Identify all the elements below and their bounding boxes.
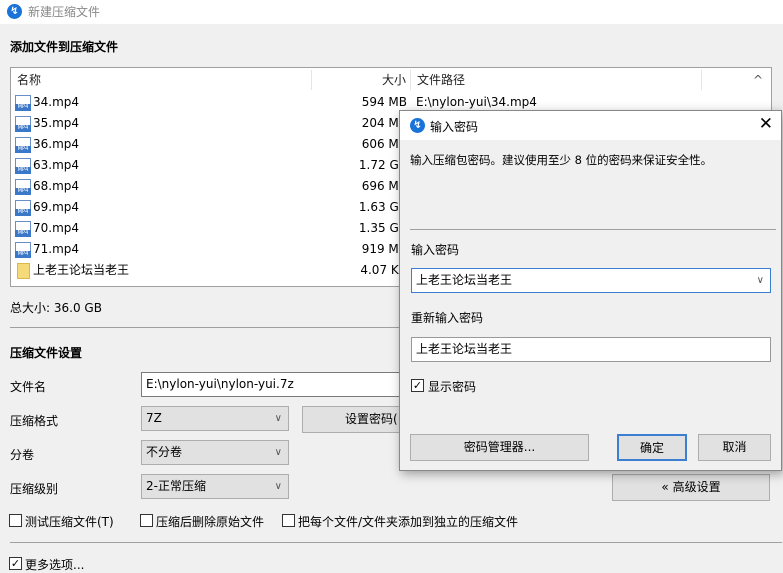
- file-name: 68.mp4: [33, 179, 80, 193]
- scroll-up-icon[interactable]: ^: [753, 68, 763, 92]
- file-size: 204 MB: [361, 116, 407, 130]
- file-name: 36.mp4: [33, 137, 80, 151]
- level-value: 2-正常压缩: [146, 479, 206, 493]
- chevron-down-icon: ∨: [274, 481, 282, 492]
- close-icon[interactable]: ✕: [759, 114, 773, 134]
- format-select[interactable]: 7Z ∨: [141, 406, 289, 431]
- password-input[interactable]: 上老王论坛当老王 ∨: [411, 268, 771, 293]
- mp4-file-icon: MP4: [15, 158, 31, 174]
- mp4-file-icon: MP4: [15, 242, 31, 258]
- more-options-label: 更多选项...: [25, 558, 85, 572]
- chevron-down-icon: ∨: [274, 447, 282, 458]
- section-add-title: 添加文件到压缩文件: [10, 40, 119, 54]
- show-password-checkbox[interactable]: ✓: [411, 379, 424, 392]
- show-password-label: 显示密码: [428, 380, 477, 394]
- password-dialog: ↯ 输入密码 ✕ 输入压缩包密码。建议使用至少 8 位的密码来保证安全性。 输入…: [399, 110, 782, 471]
- set-password-button[interactable]: 设置密码(: [302, 406, 412, 433]
- password-value: 上老王论坛当老王: [416, 273, 513, 287]
- cancel-button[interactable]: 取消: [698, 434, 771, 461]
- file-name: 34.mp4: [33, 95, 80, 109]
- mp4-file-icon: MP4: [15, 137, 31, 153]
- separate-label: 把每个文件/文件夹添加到独立的压缩文件: [298, 515, 519, 529]
- mp4-file-icon: MP4: [15, 200, 31, 216]
- reenter-input[interactable]: 上老王论坛当老王: [411, 337, 771, 362]
- file-name: 71.mp4: [33, 242, 80, 256]
- column-header-name[interactable]: 名称: [17, 68, 41, 92]
- app-icon: ↯: [410, 118, 425, 133]
- level-select[interactable]: 2-正常压缩 ∨: [141, 474, 289, 499]
- column-header-size[interactable]: 大小: [351, 68, 406, 92]
- test-checkbox[interactable]: [9, 514, 22, 527]
- file-size: 1.72 GB: [358, 158, 407, 172]
- separate-checkbox[interactable]: [282, 514, 295, 527]
- file-size: 594 MB: [361, 95, 407, 109]
- file-size: 919 MB: [361, 242, 407, 256]
- delete-after-checkbox[interactable]: [140, 514, 153, 527]
- advanced-settings-button[interactable]: « 高级设置: [612, 474, 770, 501]
- format-label: 压缩格式: [10, 414, 59, 428]
- mp4-file-icon: MP4: [15, 95, 31, 111]
- password-manager-button[interactable]: 密码管理器...: [410, 434, 589, 461]
- file-size: 1.63 GB: [358, 200, 407, 214]
- test-label: 测试压缩文件(T): [25, 515, 114, 529]
- file-name: 70.mp4: [33, 221, 80, 235]
- file-size: 696 MB: [361, 179, 407, 193]
- format-value: 7Z: [146, 411, 162, 425]
- dialog-title: 输入密码: [430, 120, 479, 134]
- file-size: 606 MB: [361, 137, 407, 151]
- dialog-description: 输入压缩包密码。建议使用至少 8 位的密码来保证安全性。: [410, 153, 713, 167]
- filename-label: 文件名: [10, 380, 47, 394]
- file-name: 63.mp4: [33, 158, 80, 172]
- mp4-file-icon: MP4: [15, 116, 31, 132]
- split-select[interactable]: 不分卷 ∨: [141, 440, 289, 465]
- split-value: 不分卷: [146, 445, 183, 459]
- filename-input[interactable]: E:\nylon-yui\nylon-yui.7z: [141, 372, 411, 397]
- file-name: 35.mp4: [33, 116, 80, 130]
- reenter-label: 重新输入密码: [411, 311, 484, 325]
- dialog-title-bar: ↯ 输入密码 ✕: [400, 111, 781, 140]
- mp4-file-icon: MP4: [15, 179, 31, 195]
- file-name: 69.mp4: [33, 200, 80, 214]
- app-icon: ↯: [7, 4, 22, 19]
- folder-icon: [17, 263, 30, 279]
- mp4-file-icon: MP4: [15, 221, 31, 237]
- file-size: 4.07 KB: [360, 263, 407, 277]
- ok-button[interactable]: 确定: [617, 434, 687, 461]
- window-title: 新建压缩文件: [28, 5, 101, 19]
- delete-after-label: 压缩后删除原始文件: [156, 515, 265, 529]
- level-label: 压缩级别: [10, 482, 59, 496]
- file-size: 1.35 GB: [358, 221, 407, 235]
- chevron-down-icon: ∨: [274, 413, 282, 424]
- split-label: 分卷: [10, 448, 35, 462]
- title-bar: ↯ 新建压缩文件: [0, 0, 783, 24]
- settings-title: 压缩文件设置: [10, 346, 83, 360]
- column-header-path[interactable]: 文件路径: [417, 68, 465, 92]
- file-name: 上老王论坛当老王: [33, 263, 130, 277]
- chevron-down-icon[interactable]: ∨: [757, 269, 764, 292]
- total-size: 总大小: 36.0 GB: [10, 301, 102, 315]
- more-options-checkbox[interactable]: ✓: [9, 557, 22, 570]
- password-label: 输入密码: [411, 243, 460, 257]
